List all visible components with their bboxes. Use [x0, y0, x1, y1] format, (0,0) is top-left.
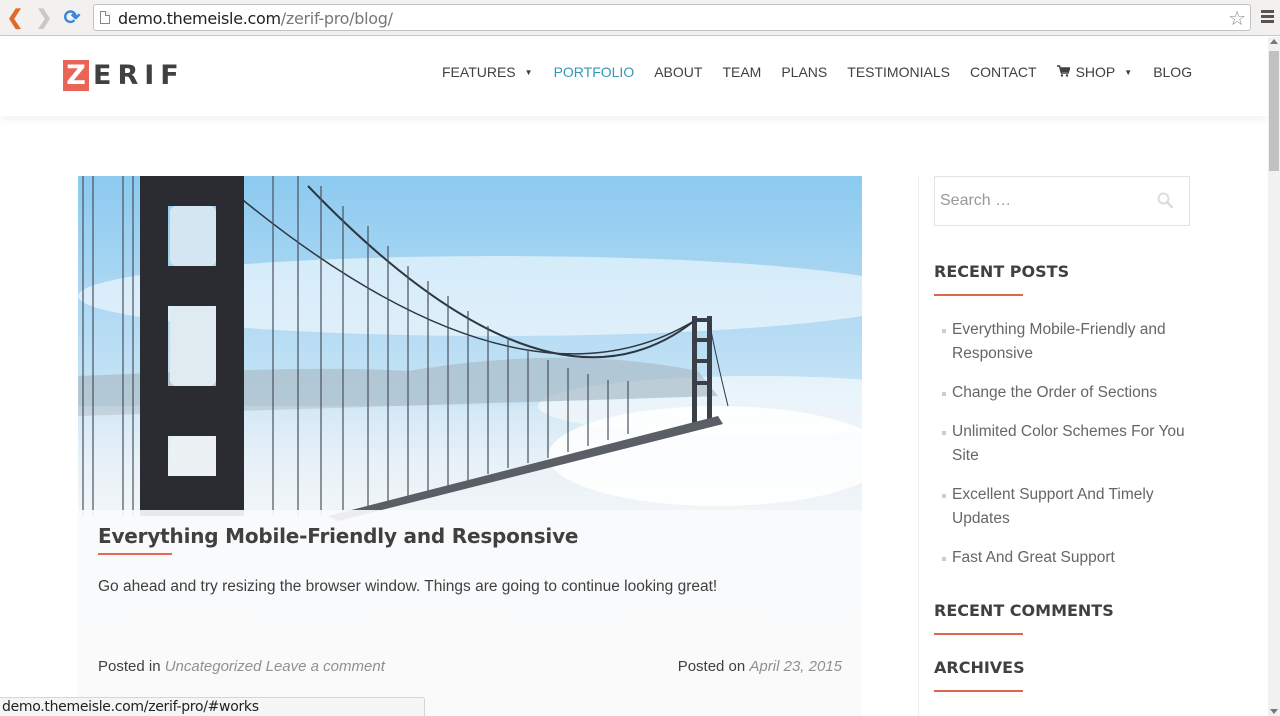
recent-post-item[interactable]: Fast And Great Support — [940, 546, 1190, 570]
posted-on-label: Posted on — [677, 658, 746, 675]
site-logo[interactable]: Z ERIF — [63, 60, 185, 91]
url-path: /zerif-pro/blog/ — [280, 9, 393, 28]
site-header: Z ERIF FEATURES ▼ PORTFOLIO ABOUT TEAM P… — [0, 37, 1268, 116]
recent-comments-heading: RECENT COMMENTS — [934, 601, 1114, 620]
scroll-down-arrow-icon[interactable] — [1270, 709, 1278, 714]
archives-heading: ARCHIVES — [934, 658, 1025, 677]
recent-post-item[interactable]: Change the Order of Sections — [940, 381, 1190, 405]
recent-post-item[interactable]: Everything Mobile-Friendly and Responsiv… — [940, 318, 1190, 366]
nav-item-testimonials[interactable]: TESTIMONIALS — [847, 64, 950, 80]
post-date-link[interactable]: April 23, 2015 — [749, 658, 842, 675]
sidebar-divider — [918, 176, 919, 716]
recent-posts-heading: RECENT POSTS — [934, 262, 1070, 281]
link-status-bubble: demo.themeisle.com/zerif-pro/#works — [0, 697, 425, 716]
recent-comments-underline — [934, 633, 1023, 635]
browser-toolbar: ❮ ❯ ⟳ demo.themeisle.com/zerif-pro/blog/… — [0, 0, 1280, 36]
title-underline — [98, 553, 172, 555]
browser-menu-icon[interactable] — [1261, 10, 1274, 24]
nav-item-features[interactable]: FEATURES ▼ — [442, 64, 533, 80]
url-domain: demo.themeisle.com — [118, 9, 281, 28]
nav-label: FEATURES — [442, 64, 516, 80]
nav-item-team[interactable]: TEAM — [722, 64, 761, 80]
post-title[interactable]: Everything Mobile-Friendly and Responsiv… — [98, 524, 578, 548]
search-icon[interactable] — [1157, 192, 1173, 208]
nav-item-shop[interactable]: SHOP ▼ — [1056, 64, 1133, 80]
post-excerpt: Go ahead and try resizing the browser wi… — [98, 578, 718, 595]
caret-down-icon: ▼ — [524, 67, 533, 77]
scroll-up-arrow-icon[interactable] — [1270, 39, 1278, 44]
address-bar[interactable]: demo.themeisle.com/zerif-pro/blog/ ☆ — [93, 4, 1251, 31]
logo-initial: Z — [63, 60, 89, 91]
nav-label: PORTFOLIO — [553, 64, 635, 80]
recent-posts-list: Everything Mobile-Friendly and Responsiv… — [940, 318, 1190, 585]
post-date-meta: Posted on April 23, 2015 — [678, 658, 842, 675]
nav-label: ABOUT — [654, 64, 703, 80]
nav-item-contact[interactable]: CONTACT — [970, 64, 1037, 80]
archives-underline — [934, 690, 1023, 692]
recent-post-item[interactable]: Unlimited Color Schemes For You Site — [940, 420, 1190, 468]
nav-label: BLOG — [1153, 64, 1193, 80]
cart-icon — [1056, 64, 1071, 80]
search-form — [934, 176, 1190, 226]
recent-posts-underline — [934, 294, 1023, 296]
nav-label: TEAM — [722, 64, 762, 80]
post-category-meta: Posted in Uncategorized Leave a comment — [98, 658, 385, 675]
scroll-thumb[interactable] — [1269, 51, 1279, 171]
nav-label: TESTIMONIALS — [847, 64, 950, 80]
url-text[interactable]: demo.themeisle.com/zerif-pro/blog/ — [118, 9, 393, 28]
forward-button[interactable]: ❯ — [33, 6, 55, 29]
leave-comment-link[interactable]: Leave a comment — [266, 658, 385, 675]
nav-label: CONTACT — [969, 64, 1037, 80]
nav-item-portfolio[interactable]: PORTFOLIO — [554, 64, 635, 80]
search-input[interactable] — [940, 187, 1140, 215]
bookmark-star-icon[interactable]: ☆ — [1228, 6, 1246, 31]
nav-item-about[interactable]: ABOUT — [654, 64, 702, 80]
caret-down-icon: ▼ — [1124, 67, 1133, 77]
nav-label: PLANS — [781, 64, 828, 80]
posted-in-label: Posted in — [98, 658, 161, 675]
main-navigation: FEATURES ▼ PORTFOLIO ABOUT TEAM PLANS TE… — [442, 62, 1212, 82]
logo-text: ERIF — [93, 60, 185, 91]
nav-label: SHOP — [1075, 64, 1116, 80]
page-scrollbar[interactable] — [1268, 37, 1280, 716]
category-link[interactable]: Uncategorized — [165, 658, 262, 675]
back-button[interactable]: ❮ — [4, 6, 26, 29]
page-icon — [100, 11, 110, 24]
nav-item-blog[interactable]: BLOG — [1153, 64, 1192, 80]
recent-post-item[interactable]: Excellent Support And Timely Updates — [940, 483, 1190, 531]
blog-post: Everything Mobile-Friendly and Responsiv… — [78, 176, 862, 716]
reload-button[interactable]: ⟳ — [61, 6, 83, 29]
nav-item-plans[interactable]: PLANS — [781, 64, 827, 80]
